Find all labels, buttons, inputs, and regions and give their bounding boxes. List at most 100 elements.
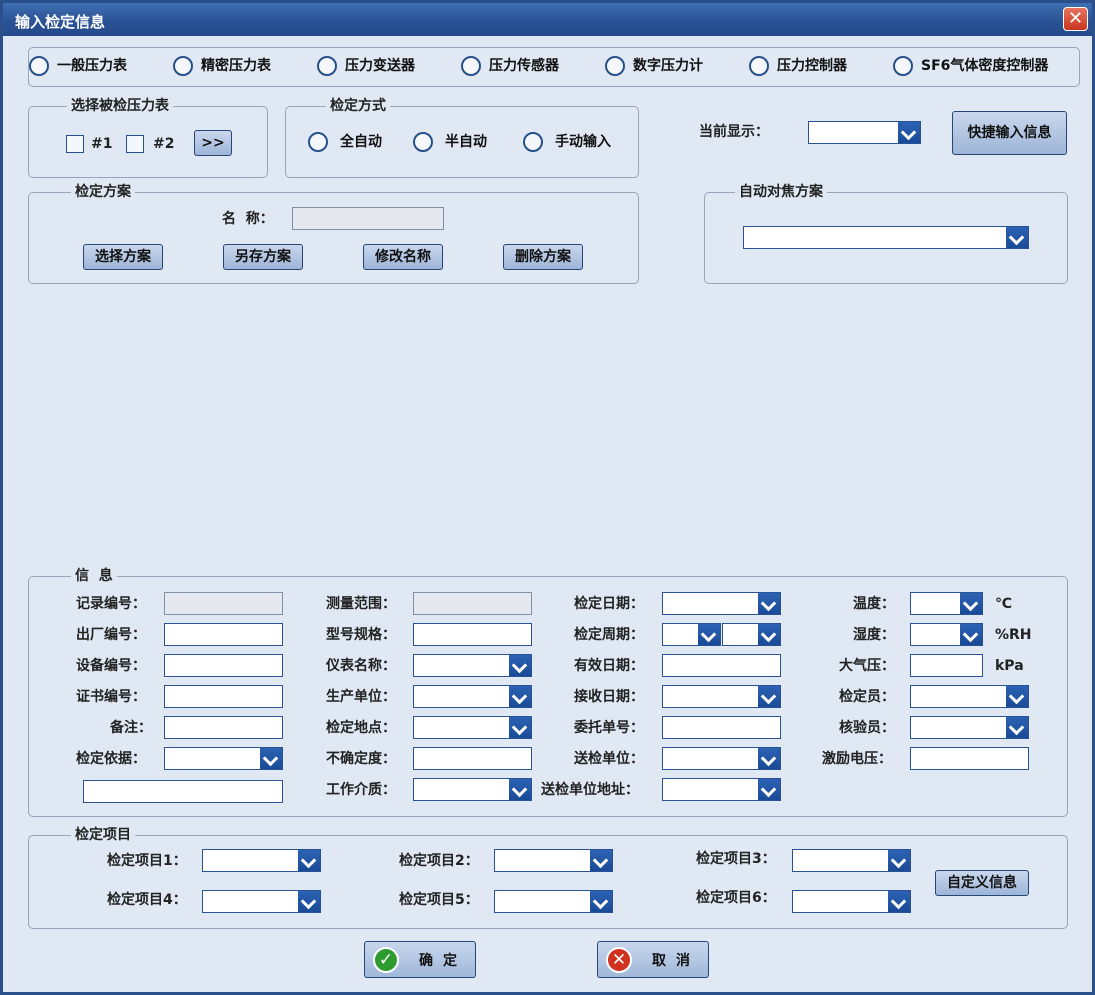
- period-label: 检定周期：: [574, 627, 644, 643]
- remark-input[interactable]: [164, 716, 283, 739]
- basis-label: 检定依据：: [76, 751, 146, 767]
- radio-instrument-precision[interactable]: [173, 56, 193, 76]
- record-no-input[interactable]: [164, 592, 283, 615]
- chevron-down-icon: [509, 655, 531, 676]
- sender-label: 送检单位：: [574, 751, 644, 767]
- sender-select[interactable]: [662, 747, 781, 770]
- radio-instrument-digital[interactable]: [605, 56, 625, 76]
- radio-label: SF6气体密度控制器: [921, 58, 1049, 74]
- radio-label: 精密压力表: [201, 58, 271, 74]
- excitation-voltage-input[interactable]: [910, 747, 1029, 770]
- radio-instrument-general[interactable]: [29, 56, 49, 76]
- item-4-select[interactable]: [202, 890, 321, 913]
- radio-instrument-sf6[interactable]: [893, 56, 913, 76]
- radio-method-auto[interactable]: [308, 132, 328, 152]
- chevron-down-icon: [1006, 227, 1028, 248]
- group-legend: 检定方式: [326, 97, 390, 115]
- valid-date-label: 有效日期：: [574, 658, 644, 674]
- chevron-down-icon: [888, 891, 910, 912]
- verifier-select[interactable]: [910, 685, 1029, 708]
- chevron-down-icon: [758, 748, 780, 769]
- period-unit-select[interactable]: [722, 623, 781, 646]
- verify-date-label: 检定日期：: [574, 596, 644, 612]
- verifier-label: 检定员：: [839, 689, 895, 705]
- chevron-down-icon: [758, 624, 780, 645]
- meter-name-select[interactable]: [413, 654, 532, 677]
- uncertainty-input[interactable]: [413, 747, 532, 770]
- confirm-button[interactable]: ✓ 确定: [364, 941, 476, 978]
- device-no-input[interactable]: [164, 654, 283, 677]
- sender-address-select[interactable]: [662, 778, 781, 801]
- more-gauges-button[interactable]: >>: [194, 130, 232, 156]
- save-as-scheme-button[interactable]: 另存方案: [223, 244, 303, 270]
- checkbox-label: #1: [91, 136, 113, 152]
- period-value-select[interactable]: [662, 623, 721, 646]
- chevron-down-icon: [758, 686, 780, 707]
- scheme-name-input[interactable]: [292, 207, 444, 230]
- radio-label: 压力变送器: [345, 58, 415, 74]
- scheme-name-label: 名 称：: [222, 211, 274, 227]
- radio-method-manual[interactable]: [523, 132, 543, 152]
- radio-label: 全自动: [340, 134, 382, 150]
- receive-date-select[interactable]: [662, 685, 781, 708]
- temperature-select[interactable]: [910, 592, 983, 615]
- item-2-label: 检定项目2：: [399, 853, 479, 869]
- radio-instrument-controller[interactable]: [749, 56, 769, 76]
- title-bar[interactable]: 输入检定信息 ✕: [3, 3, 1092, 36]
- uncertainty-label: 不确定度：: [326, 751, 396, 767]
- verify-date-select[interactable]: [662, 592, 781, 615]
- radio-instrument-transmitter[interactable]: [317, 56, 337, 76]
- cert-no-input[interactable]: [164, 685, 283, 708]
- order-no-input[interactable]: [662, 716, 781, 739]
- factory-no-input[interactable]: [164, 623, 283, 646]
- radio-instrument-sensor[interactable]: [461, 56, 481, 76]
- rename-scheme-button[interactable]: 修改名称: [363, 244, 443, 270]
- select-scheme-button[interactable]: 选择方案: [83, 244, 163, 270]
- item-5-label: 检定项目5：: [399, 892, 479, 908]
- dialog-window: 输入检定信息 ✕ 一般压力表 精密压力表 压力变送器 压力传感器 数字压力计 压…: [0, 0, 1095, 995]
- current-display-select[interactable]: [808, 121, 921, 144]
- current-display-label: 当前显示：: [699, 124, 769, 140]
- checker-select[interactable]: [910, 716, 1029, 739]
- item-1-select[interactable]: [202, 849, 321, 872]
- cancel-button[interactable]: ✕ 取消: [597, 941, 709, 978]
- checkbox-gauge-1[interactable]: [66, 135, 84, 153]
- item-4-label: 检定项目4：: [107, 892, 187, 908]
- humidity-select[interactable]: [910, 623, 983, 646]
- manufacturer-label: 生产单位：: [326, 689, 396, 705]
- item-5-select[interactable]: [494, 890, 613, 913]
- chevron-down-icon: [1006, 717, 1028, 738]
- checkbox-gauge-2[interactable]: [126, 135, 144, 153]
- item-6-select[interactable]: [792, 890, 911, 913]
- radio-label: 一般压力表: [57, 58, 127, 74]
- group-legend: 检定项目: [71, 826, 135, 844]
- chevron-down-icon: [960, 593, 982, 614]
- autofocus-select[interactable]: [743, 226, 1029, 249]
- receive-date-label: 接收日期：: [574, 689, 644, 705]
- radio-label: 压力传感器: [489, 58, 559, 74]
- custom-info-button[interactable]: 自定义信息: [935, 870, 1029, 896]
- chevron-down-icon: [1006, 686, 1028, 707]
- info-group: 信 息 记录编号： 出厂编号： 设备编号： 证书编号： 备注： 检定依据： 测量…: [28, 567, 1068, 817]
- item-3-label: 检定项目3：: [696, 851, 776, 867]
- cancel-x-icon: ✕: [606, 947, 632, 973]
- delete-scheme-button[interactable]: 删除方案: [503, 244, 583, 270]
- pressure-input[interactable]: [910, 654, 983, 677]
- quick-input-button[interactable]: 快捷输入信息: [952, 111, 1067, 155]
- medium-select[interactable]: [413, 778, 532, 801]
- model-input[interactable]: [413, 623, 532, 646]
- valid-date-input[interactable]: [662, 654, 781, 677]
- close-button[interactable]: ✕: [1063, 7, 1088, 31]
- manufacturer-select[interactable]: [413, 685, 532, 708]
- location-select[interactable]: [413, 716, 532, 739]
- basis-select[interactable]: [164, 747, 283, 770]
- radio-method-semi[interactable]: [413, 132, 433, 152]
- checkbox-label: #2: [153, 136, 175, 152]
- order-no-label: 委托单号：: [574, 720, 644, 736]
- item-3-select[interactable]: [792, 849, 911, 872]
- basis-detail-input[interactable]: [83, 780, 283, 803]
- range-input[interactable]: [413, 592, 532, 615]
- temperature-unit: ℃: [995, 596, 1012, 612]
- item-6-label: 检定项目6：: [696, 890, 776, 906]
- item-2-select[interactable]: [494, 849, 613, 872]
